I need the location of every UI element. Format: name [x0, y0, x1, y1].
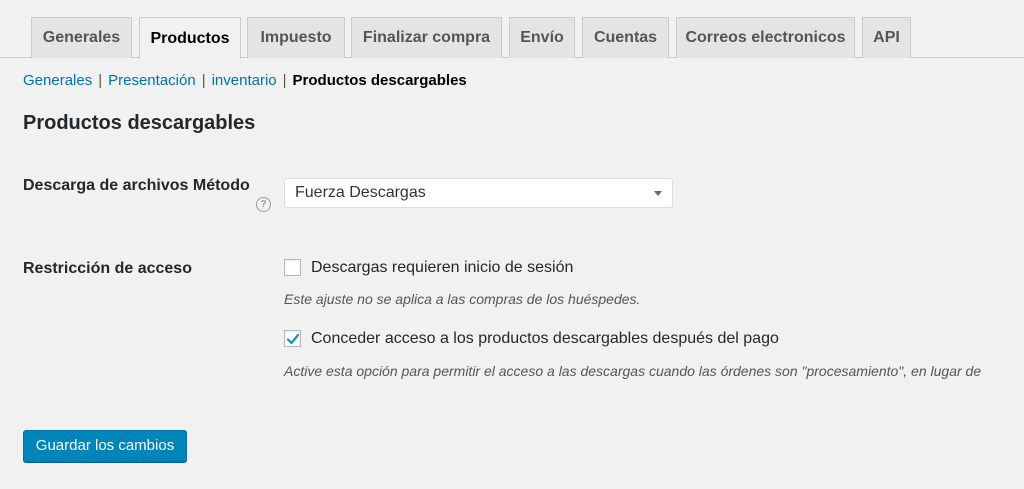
save-button[interactable]: Guardar los cambios	[23, 430, 187, 462]
subnav-link-presentacion[interactable]: Presentación	[108, 72, 196, 89]
subnav-separator: |	[201, 72, 206, 89]
grant-access-label[interactable]: Conceder acceso a los productos descarga…	[311, 330, 779, 348]
tab-cuentas[interactable]: Cuentas	[582, 17, 669, 58]
subnav-separator: |	[98, 72, 103, 89]
settings-tabs: Generales Productos Impuesto Finalizar c…	[0, 0, 1024, 59]
subnav-link-generales[interactable]: Generales	[23, 72, 92, 89]
chevron-down-icon	[654, 191, 662, 196]
tab-envio[interactable]: Envío	[509, 17, 575, 58]
tab-productos[interactable]: Productos	[139, 17, 241, 59]
checkmark-icon	[286, 333, 300, 345]
access-restriction-label: Restricción de acceso	[23, 260, 192, 277]
grant-access-checkbox[interactable]	[284, 330, 301, 347]
require-login-label[interactable]: Descargas requieren inicio de sesión	[311, 259, 573, 277]
subnav-current: Productos descargables	[292, 72, 467, 89]
download-method-value: Fuerza Descargas	[295, 184, 426, 201]
download-method-select[interactable]: Fuerza Descargas	[284, 178, 673, 208]
tab-impuesto[interactable]: Impuesto	[247, 17, 345, 58]
require-login-checkbox[interactable]	[284, 259, 301, 276]
tab-correos-electronicos[interactable]: Correos electronicos	[676, 17, 855, 58]
section-title: Productos descargables	[23, 112, 256, 134]
download-method-label: Descarga de archivos Método	[23, 177, 250, 194]
subnav-separator: |	[282, 72, 287, 89]
tab-api[interactable]: API	[862, 17, 911, 58]
help-icon[interactable]: ?	[256, 197, 271, 212]
grant-access-description: Active esta opción para permitir el acce…	[284, 363, 982, 379]
sub-navigation: Generales | Presentación | inventario | Produc…	[23, 72, 467, 89]
subnav-link-inventario[interactable]: inventario	[212, 72, 277, 89]
tab-finalizar-compra[interactable]: Finalizar compra	[351, 17, 502, 58]
require-login-description: Este ajuste no se aplica a las compras d…	[284, 291, 641, 307]
tab-generales[interactable]: Generales	[31, 17, 132, 58]
